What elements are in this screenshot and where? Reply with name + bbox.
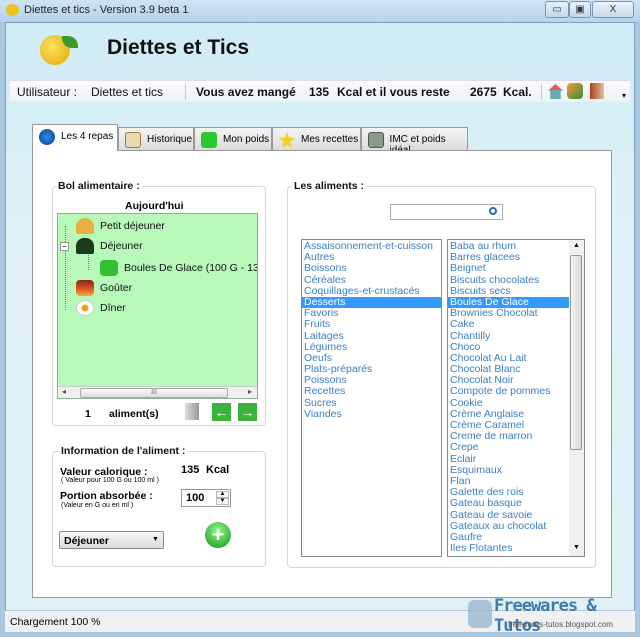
- egg-icon: [76, 300, 94, 316]
- plus-icon[interactable]: +: [205, 522, 231, 548]
- tab-mon-poids[interactable]: Mon poids: [194, 127, 272, 150]
- cake-icon: [76, 280, 94, 296]
- search-icon[interactable]: [489, 207, 497, 215]
- message-prefix: Vous avez mangé: [196, 85, 296, 99]
- portion-stepper[interactable]: 100 ▲ ▼: [181, 489, 231, 507]
- message-middle: Kcal et il vous reste: [337, 85, 450, 99]
- food-item[interactable]: Beignet: [448, 263, 570, 274]
- globe-icon: [39, 129, 55, 145]
- tab-historique[interactable]: Historique: [118, 127, 194, 150]
- close-button[interactable]: X: [592, 1, 634, 18]
- category-item[interactable]: Boissons: [302, 263, 441, 274]
- food-count: 1: [85, 408, 91, 420]
- watermark-url: freewares-tutos.blogspot.com: [508, 620, 613, 629]
- toolbar-overflow[interactable]: ▾: [622, 91, 626, 100]
- calorie-unit: Kcal: [206, 464, 230, 476]
- food-item[interactable]: Iles Flotantes: [448, 542, 570, 554]
- croissant-icon: [76, 218, 94, 234]
- minimize-button[interactable]: ▭: [545, 1, 569, 18]
- category-item[interactable]: Laitages: [302, 330, 441, 342]
- tab-mes-recettes[interactable]: Mes recettes: [272, 127, 361, 150]
- exit-icon[interactable]: [590, 83, 604, 99]
- search-input[interactable]: [390, 204, 503, 220]
- watermark-logo: Freewares & Tutos freewares-tutos.blogsp…: [468, 596, 638, 636]
- broccoli-icon: [76, 238, 94, 254]
- star-icon: [279, 132, 295, 148]
- scroll-up-button[interactable]: ▲: [573, 242, 580, 249]
- category-item[interactable]: Viandes: [302, 408, 441, 420]
- category-item[interactable]: Recettes: [302, 386, 441, 397]
- window-title: Diettes et tics - Version 3.9 beta 1: [24, 4, 189, 16]
- tree-item-diner[interactable]: Dîner: [76, 300, 126, 316]
- title-bar: Diettes et tics - Version 3.9 beta 1 ▭ ▣…: [0, 0, 640, 22]
- remaining-kcal: 2675: [470, 85, 497, 99]
- tree-item-boules-de-glace[interactable]: Boules De Glace (100 G - 135 K: [100, 260, 257, 276]
- aliments-title: Les aliments :: [292, 180, 367, 192]
- calorie-note: ( Valeur pour 100 G ou 100 ml ): [61, 477, 159, 484]
- scroll-thumb[interactable]: III: [80, 388, 228, 398]
- meal-select-value: Déjeuner: [64, 535, 109, 547]
- stepper-down[interactable]: ▼: [216, 498, 229, 505]
- food-item[interactable]: Compote de pommes: [448, 386, 570, 397]
- calculator-icon: [368, 132, 384, 148]
- toolbar: Utilisateur : Diettes et tics Vous avez …: [10, 80, 630, 102]
- category-list[interactable]: Assaisonnement-et-cuisson Autres Boissons C…: [301, 239, 442, 557]
- meal-select[interactable]: Déjeuner ▼: [59, 531, 164, 549]
- app-icon: [6, 4, 19, 16]
- delete-icon[interactable]: [185, 403, 199, 420]
- portion-value[interactable]: 100: [186, 492, 204, 504]
- food-count-label: aliment(s): [109, 408, 159, 420]
- collapse-toggle[interactable]: −: [60, 242, 69, 251]
- user-label: Utilisateur :: [17, 85, 78, 99]
- scroll-right-button[interactable]: ▸: [248, 387, 252, 396]
- user-name: Diettes et tics: [91, 85, 164, 99]
- previous-day-button[interactable]: ←: [212, 403, 231, 421]
- scroll-down-button[interactable]: ▼: [573, 544, 580, 551]
- tab-imc-poids-ideal[interactable]: IMC et poids idéal: [361, 127, 468, 156]
- status-text: Chargement 100 %: [10, 616, 101, 628]
- calorie-value: 135: [181, 464, 200, 476]
- tree-item-petit-dejeuner[interactable]: Petit déjeuner: [76, 218, 165, 234]
- bol-title: Bol alimentaire :: [56, 180, 142, 192]
- toolbar-separator: [541, 84, 542, 100]
- portion-label: Portion absorbée :: [60, 490, 153, 502]
- next-day-button[interactable]: →: [238, 403, 257, 421]
- tab-les-4-repas[interactable]: Les 4 repas: [32, 124, 118, 151]
- food-item[interactable]: Chantilly: [448, 330, 570, 342]
- scroll-thumb[interactable]: [570, 255, 582, 450]
- food-item[interactable]: Gateau basque: [448, 498, 570, 509]
- category-item[interactable]: Fruits: [302, 319, 441, 330]
- eaten-kcal: 135: [309, 85, 330, 99]
- date-label: Aujourd'hui: [125, 200, 184, 212]
- info-title: Information de l'aliment :: [59, 445, 188, 457]
- scroll-left-button[interactable]: ◂: [62, 387, 66, 396]
- tree-item-gouter[interactable]: Goûter: [76, 280, 132, 296]
- portion-note: (Valeur en G ou en ml ): [61, 502, 134, 509]
- tree-item-dejeuner[interactable]: Déjeuner: [76, 238, 143, 254]
- watermark-title: Freewares & Tutos: [494, 596, 597, 636]
- vertical-scrollbar[interactable]: ▲ ▼: [569, 240, 584, 556]
- toolbar-separator: [185, 84, 186, 100]
- clipboard-icon: [125, 132, 141, 148]
- stepper-up[interactable]: ▲: [216, 491, 229, 498]
- food-item[interactable]: Crepe: [448, 442, 570, 453]
- home-icon[interactable]: [548, 84, 563, 99]
- horizontal-scrollbar[interactable]: ◂ III ▸: [58, 386, 257, 398]
- food-list[interactable]: Baba au rhum Barres glacees Beignet Biscuit…: [447, 239, 585, 557]
- chevron-down-icon: ▼: [152, 536, 159, 543]
- message-suffix: Kcal.: [503, 85, 532, 99]
- food-item[interactable]: Gateau de savoie: [448, 509, 570, 521]
- food-item[interactable]: Cake: [448, 319, 570, 330]
- maximize-button[interactable]: ▣: [569, 1, 591, 18]
- meal-tree[interactable]: Petit déjeuner − Déjeuner Boules De Glac…: [57, 213, 258, 399]
- app-title: Diettes et Tics: [107, 36, 250, 59]
- scale-icon: [201, 132, 217, 148]
- arrow-icon: [100, 260, 118, 276]
- users-icon[interactable]: [567, 83, 583, 99]
